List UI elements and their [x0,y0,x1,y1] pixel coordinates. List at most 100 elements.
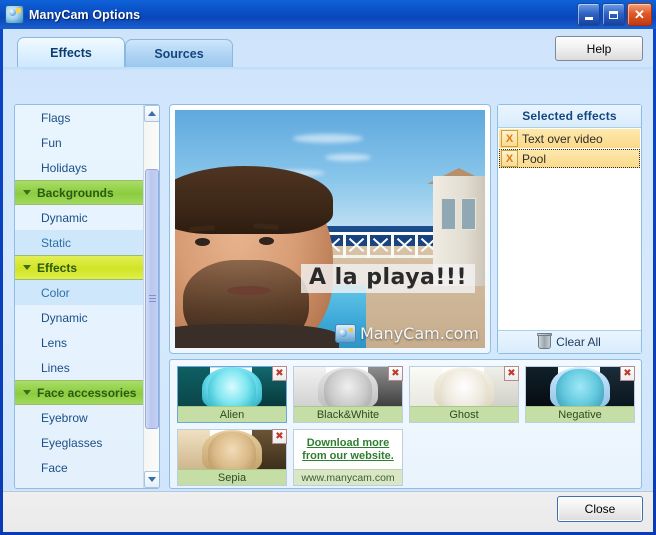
video-overlay-text: A la playa!!! [301,264,475,293]
tab-sources-label: Sources [154,46,204,61]
manycam-icon [334,324,356,343]
sidebar-item-dynamic[interactable]: Dynamic [15,305,144,330]
sidebar-item-label: Dynamic [41,210,88,225]
remove-thumbnail-icon[interactable]: ✖ [620,366,635,381]
remove-thumbnail-icon[interactable]: ✖ [388,366,403,381]
railing-post [391,232,394,258]
sidebar-item-label: Lens [41,335,68,350]
thumbnail-image [178,430,286,469]
thumbnail-caption: Ghost [410,406,518,422]
watermark: ManyCam.com [334,324,479,343]
thumbnail-face [440,369,488,406]
footer-bar: Close [3,491,653,532]
sidebar-item-lens[interactable]: Lens [15,330,144,355]
title-bar: ManyCam Options ✕ [0,0,656,29]
sidebar-item-static[interactable]: Static [15,230,144,255]
sidebar-item-eyebrow[interactable]: Eyebrow [15,405,144,430]
tab-bar: Effects Sources [17,37,233,67]
thumbnail-face [324,369,372,406]
window-title: ManyCam Options [29,7,141,22]
trash-icon [537,333,553,349]
preview-eye [195,238,210,246]
chevron-down-icon [148,477,156,482]
maximize-icon [609,10,618,19]
close-dialog-button[interactable]: Close [557,496,643,522]
preview-cloud [325,154,371,161]
clear-all-label: Clear All [556,335,601,349]
sidebar-item-label: Flags [41,110,71,125]
minimize-icon [584,16,593,20]
sidebar-item-flags[interactable]: Flags [15,105,144,130]
selected-effect-row[interactable]: X Pool [499,149,640,168]
effect-thumbnail[interactable]: ✖ Sepia [177,429,287,486]
selected-effect-row[interactable]: X Text over video [499,129,640,148]
tab-effects[interactable]: Effects [17,37,125,67]
scroll-down-button[interactable] [144,471,159,488]
selected-effects-list[interactable]: X Text over video X Pool [498,128,641,330]
category-group-backgrounds[interactable]: Backgrounds [15,180,144,205]
help-button[interactable]: Help [555,36,643,61]
sidebar-item-dynamic[interactable]: Dynamic [15,205,144,230]
railing-cross [395,236,411,254]
window-controls: ✕ [577,3,652,26]
sidebar-item-label: Eyeglasses [41,435,103,450]
sidebar-item-label: Color [41,285,70,300]
sidebar-item-label: Eyebrow [41,410,88,425]
download-caption: www.manycam.com [294,469,402,485]
sidebar-item-color[interactable]: Color [15,280,144,305]
selected-effects-panel: Selected effects X Text over video X Pool C… [497,104,642,354]
tab-sources[interactable]: Sources [125,39,233,67]
effect-thumbnail[interactable]: ✖ Negative [525,366,635,423]
sidebar-item-label: Lines [41,360,70,375]
railing-cross [371,236,387,254]
sidebar-item-hair[interactable]: Hair [15,480,144,489]
preview-window [441,198,456,230]
effect-thumbnail[interactable]: ✖ Ghost [409,366,519,423]
sidebar-item-lines[interactable]: Lines [15,355,144,380]
maximize-button[interactable] [602,3,625,26]
sidebar-item-holidays[interactable]: Holidays [15,155,144,180]
thumbnail-caption: Sepia [178,469,286,485]
video-preview[interactable]: A la playa!!! ManyCam.com [175,110,485,348]
close-icon: ✕ [634,6,645,22]
category-list[interactable]: Flags Fun Holidays Backgrounds Dynamic Static… [15,105,144,488]
category-group-effects[interactable]: Effects [15,255,144,280]
effects-panel: Flags Fun Holidays Backgrounds Dynamic Static… [3,71,653,519]
client-area: Effects Sources Help Flags Fun Holidays Bac… [3,29,653,523]
sidebar-item-label: Dynamic [41,310,88,325]
thumbnail-image [410,367,518,406]
effects-gallery: ✖ Alien ✖ Black&White ✖ Ghost ✖ Negative ✖ Sepia D… [169,359,642,489]
effect-thumbnail[interactable]: ✖ Black&White [293,366,403,423]
selected-effects-title: Selected effects [498,105,641,128]
download-more-cell[interactable]: Download more from our website. www.manyca… [293,429,403,486]
preview-eye [259,237,274,245]
sidebar-item-fun[interactable]: Fun [15,130,144,155]
watermark-label: ManyCam.com [359,324,479,343]
railing-post [367,232,370,258]
remove-thumbnail-icon[interactable]: ✖ [272,366,287,381]
remove-effect-icon[interactable]: X [501,130,518,147]
remove-effect-icon[interactable]: X [501,150,518,167]
thumbnail-face [208,369,256,406]
thumbnail-grid: ✖ Alien ✖ Black&White ✖ Ghost ✖ Negative ✖ Sepia D… [177,366,641,486]
category-group-label: Face accessories [37,385,137,400]
remove-thumbnail-icon[interactable]: ✖ [272,429,287,444]
clear-all-button[interactable]: Clear All [498,330,641,353]
close-window-button[interactable]: ✕ [627,3,652,26]
sidebar-item-face[interactable]: Face [15,455,144,480]
minimize-button[interactable] [577,3,600,26]
sidebar-item-eyeglasses[interactable]: Eyeglasses [15,430,144,455]
thumbnail-image [294,367,402,406]
railing-post [343,232,346,258]
download-link-line2: from our website. [302,449,394,462]
caret-down-icon [23,265,31,270]
scroll-up-button[interactable] [144,105,159,122]
thumbnail-caption: Alien [178,406,286,422]
download-more-link[interactable]: Download more from our website. [294,430,402,469]
remove-thumbnail-icon[interactable]: ✖ [504,366,519,381]
selected-effect-label: Pool [522,151,547,166]
effect-thumbnail[interactable]: ✖ Alien [177,366,287,423]
scrollbar-thumb[interactable] [145,169,159,429]
category-group-face-accessories[interactable]: Face accessories [15,380,144,405]
sidebar-scrollbar[interactable] [143,105,159,488]
